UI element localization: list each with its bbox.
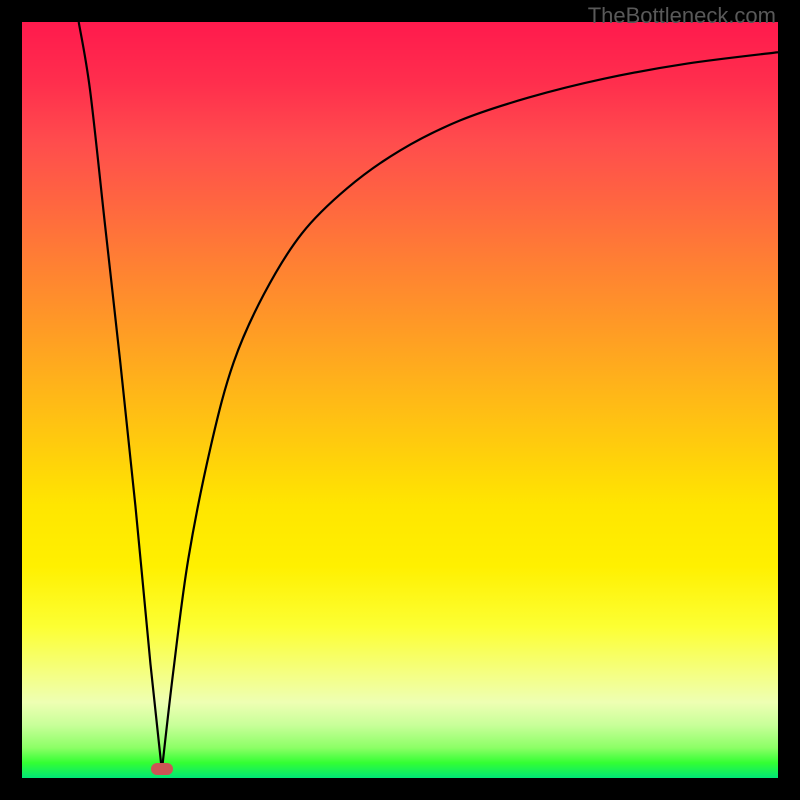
chart-curves <box>22 22 778 778</box>
minimum-marker <box>151 763 173 775</box>
chart-area <box>22 22 778 778</box>
watermark-text: TheBottleneck.com <box>588 3 776 29</box>
right-branch-curve <box>162 52 778 770</box>
left-branch-curve <box>79 22 162 770</box>
